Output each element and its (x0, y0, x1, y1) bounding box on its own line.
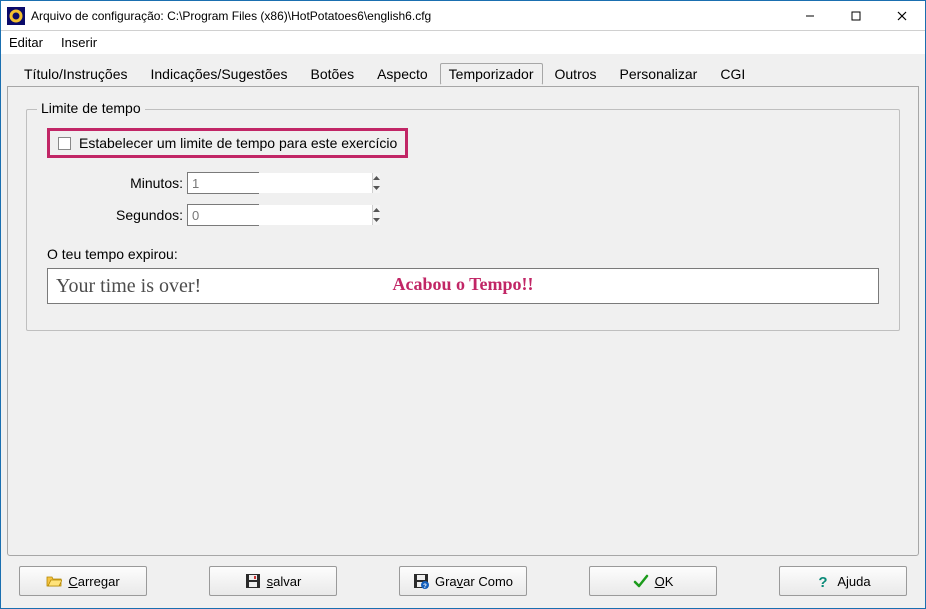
tab-indicacoes[interactable]: Indicações/Sugestões (140, 61, 299, 87)
maximize-button[interactable] (833, 1, 879, 31)
tabs-strip: Título/Instruções Indicações/Sugestões B… (7, 58, 919, 86)
tab-botoes[interactable]: Botões (299, 61, 365, 87)
window-title: Arquivo de configuração: C:\Program File… (31, 9, 787, 23)
save-as-button[interactable]: ? Gravar Como (399, 566, 527, 596)
folder-open-icon (46, 573, 62, 589)
expired-label: O teu tempo expirou: (47, 246, 879, 262)
tab-aspecto[interactable]: Aspecto (366, 61, 439, 87)
menubar: Editar Inserir (1, 31, 925, 54)
tab-titulo[interactable]: Título/Instruções (13, 61, 139, 87)
expired-message-input[interactable] (47, 268, 879, 304)
enable-time-limit-label: Estabelecer um limite de tempo para este… (79, 135, 397, 151)
seconds-label: Segundos: (67, 207, 187, 223)
minutes-spinner[interactable] (187, 172, 259, 194)
dialog-button-row: Carregar salvar ? Gravar Como OK (7, 556, 919, 600)
close-button[interactable] (879, 1, 925, 31)
ok-button[interactable]: OK (589, 566, 717, 596)
help-button[interactable]: ? Ajuda (779, 566, 907, 596)
app-icon (7, 7, 25, 25)
svg-text:?: ? (423, 584, 427, 589)
seconds-input[interactable] (188, 205, 372, 225)
time-fields: Minutos: Segundos: (67, 172, 879, 226)
load-button[interactable]: Carregar (19, 566, 147, 596)
check-icon (633, 573, 649, 589)
config-window: Arquivo de configuração: C:\Program File… (0, 0, 926, 609)
groupbox-legend: Limite de tempo (37, 100, 145, 116)
minutes-input[interactable] (188, 173, 372, 193)
tab-personalizar[interactable]: Personalizar (609, 61, 709, 87)
minimize-button[interactable] (787, 1, 833, 31)
groupbox-limite-tempo: Limite de tempo Estabelecer um limite de… (26, 109, 900, 331)
svg-text:?: ? (819, 574, 828, 589)
titlebar[interactable]: Arquivo de configuração: C:\Program File… (1, 1, 925, 31)
seconds-spinner[interactable] (187, 204, 259, 226)
tab-cgi[interactable]: CGI (709, 61, 756, 87)
save-as-button-label: Gravar Como (435, 574, 513, 589)
window-controls (787, 1, 925, 31)
enable-time-limit-checkbox[interactable] (58, 137, 71, 150)
save-button-label: salvar (267, 574, 302, 589)
seconds-up[interactable] (373, 205, 380, 215)
tab-temporizador[interactable]: Temporizador (440, 63, 543, 85)
menu-editar[interactable]: Editar (9, 35, 43, 50)
menu-inserir[interactable]: Inserir (61, 35, 97, 50)
floppy-question-icon: ? (413, 573, 429, 589)
enable-time-limit-row: Estabelecer um limite de tempo para este… (47, 128, 408, 158)
minutes-up[interactable] (373, 173, 380, 183)
seconds-down[interactable] (373, 215, 380, 225)
expired-message-row: Acabou o Tempo!! (47, 268, 879, 304)
minutes-down[interactable] (373, 183, 380, 193)
floppy-icon (245, 573, 261, 589)
tab-outros[interactable]: Outros (544, 61, 608, 87)
minutes-label: Minutos: (67, 175, 187, 191)
tab-panel-temporizador: Limite de tempo Estabelecer um limite de… (7, 86, 919, 556)
client-area: Título/Instruções Indicações/Sugestões B… (1, 54, 925, 608)
save-button[interactable]: salvar (209, 566, 337, 596)
ok-button-label: OK (655, 574, 674, 589)
help-icon: ? (815, 573, 831, 589)
load-button-label: Carregar (68, 574, 119, 589)
help-button-label: Ajuda (837, 574, 870, 589)
